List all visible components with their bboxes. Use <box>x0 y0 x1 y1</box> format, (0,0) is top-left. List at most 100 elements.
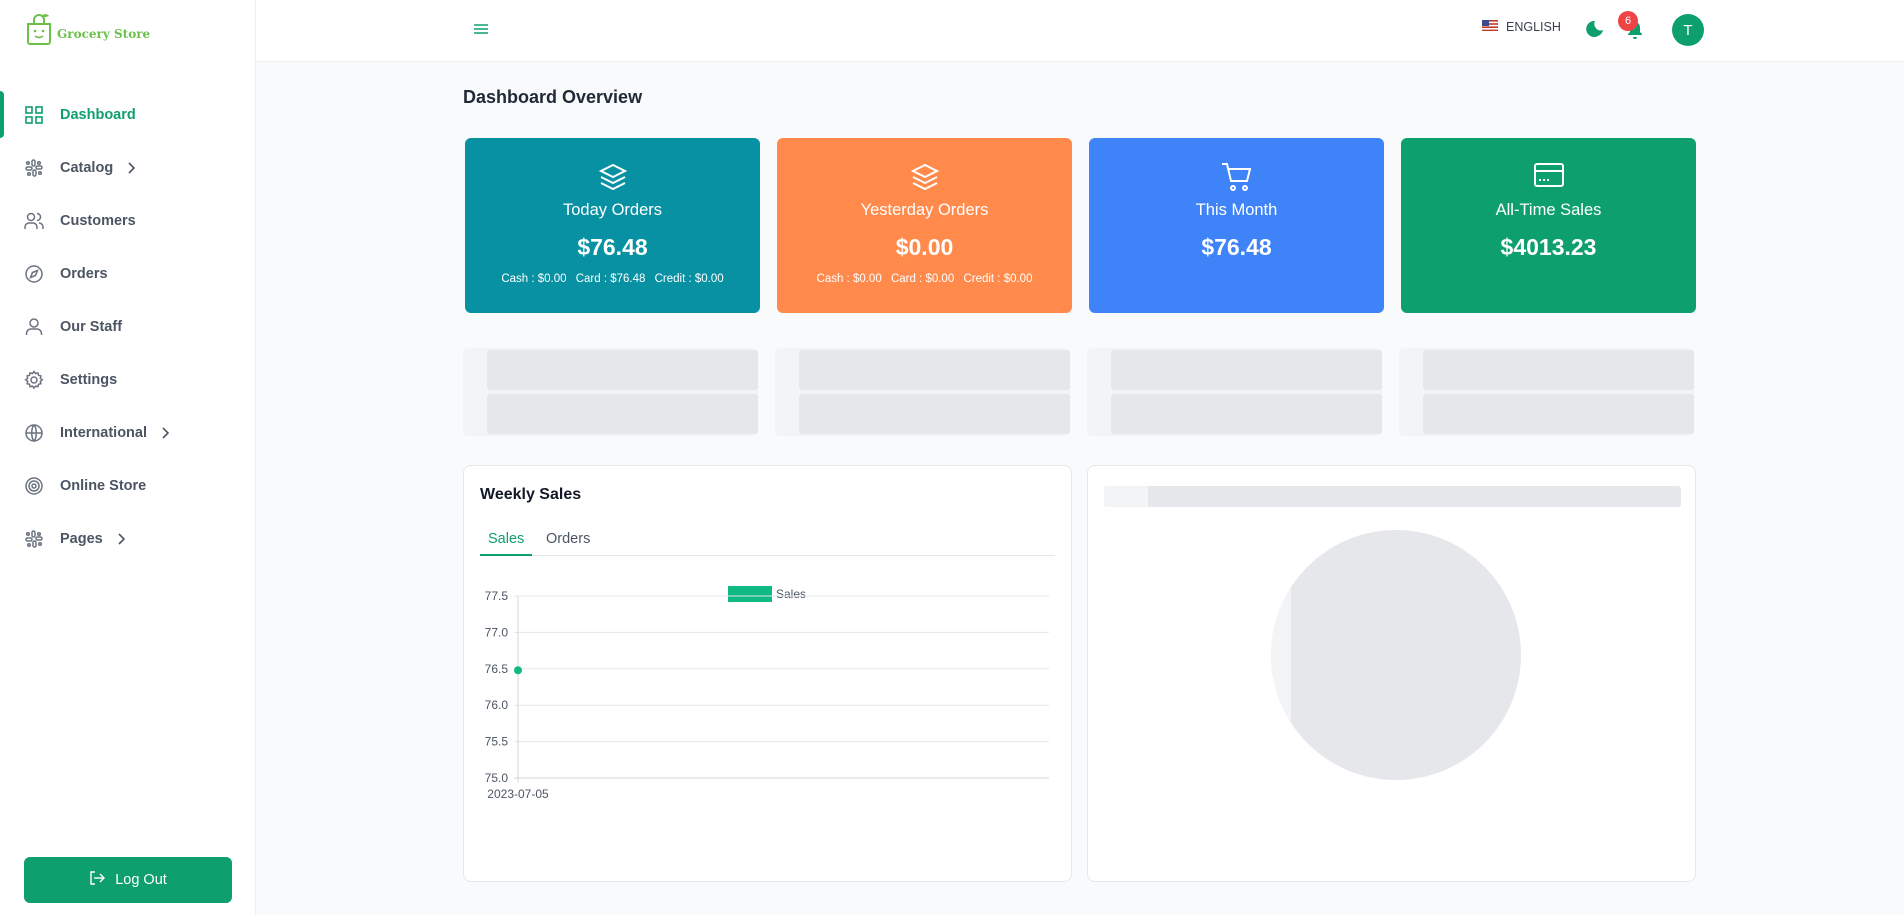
sidebar-item-label: International <box>60 424 148 441</box>
logout-button[interactable]: Log Out <box>24 857 232 903</box>
tab-orders[interactable]: Orders <box>538 526 598 556</box>
sidebar-item-catalog[interactable]: Catalog <box>0 141 256 194</box>
weekly-sales-tabs: Sales Orders <box>480 526 1055 556</box>
cash-amount: Cash : $0.00 <box>501 273 567 285</box>
loading-skeleton <box>463 348 758 436</box>
weekly-sales-panel: Weekly Sales Sales Orders Sales 77.5 77.0… <box>463 465 1072 882</box>
slack-icon <box>24 529 44 549</box>
card-amount: Card : $76.48 <box>575 273 646 285</box>
skeleton-title-bar <box>1104 486 1148 507</box>
page-title: Dashboard Overview <box>463 87 643 107</box>
target-icon <box>24 476 44 496</box>
card-amount: Card : $0.00 <box>890 273 955 285</box>
sidebar-item-label: Catalog <box>60 159 114 176</box>
slack-icon <box>24 158 44 178</box>
sidebar-item-label: Settings <box>60 371 118 388</box>
y-tick-label: 76.0 <box>485 698 509 712</box>
layers-icon <box>465 162 760 192</box>
dark-mode-toggle[interactable] <box>1586 20 1604 43</box>
y-tick-label: 77.5 <box>485 589 509 603</box>
sidebar-item-label: Our Staff <box>60 318 123 335</box>
users-icon <box>24 211 44 231</box>
sidebar-nav: Dashboard Catalog Customers Orders Our S… <box>0 88 256 565</box>
globe-icon <box>24 423 44 443</box>
best-selling-panel <box>1087 465 1696 882</box>
card-value: $4013.23 <box>1500 234 1597 260</box>
sidebar-item-label: Dashboard <box>60 106 136 123</box>
shopping-cart-icon <box>1089 162 1384 192</box>
x-tick-label: 2023-07-05 <box>487 787 549 801</box>
skeleton-bar <box>1111 350 1382 390</box>
loading-skeleton <box>1399 348 1694 436</box>
card-title: This Month <box>1195 201 1278 219</box>
panel-title: Weekly Sales <box>480 486 582 503</box>
y-tick-label: 75.0 <box>485 771 509 785</box>
all-time-sales-card: All-Time Sales $4013.23 <box>1401 138 1696 313</box>
sidebar-item-orders[interactable]: Orders <box>0 247 256 300</box>
card-breakdown: Cash : $0.00 Card : $76.48 Credit : $0.0… <box>465 273 760 285</box>
skeleton-bar <box>487 350 758 390</box>
chevron-right-icon <box>127 161 136 174</box>
language-label: ENGLISH <box>1506 20 1561 34</box>
card-breakdown: Cash : $0.00 Card : $0.00 Credit : $0.00 <box>777 273 1072 285</box>
hamburger-icon <box>474 24 488 34</box>
tab-sales[interactable]: Sales <box>480 526 533 556</box>
top-header: ENGLISH 6 T <box>256 0 1904 62</box>
notification-count-badge: 6 <box>1618 11 1638 31</box>
card-value: $76.48 <box>577 234 648 260</box>
sidebar-item-customers[interactable]: Customers <box>0 194 256 247</box>
sidebar-item-label: Customers <box>60 212 136 229</box>
sidebar-item-international[interactable]: International <box>0 406 256 459</box>
app-logo[interactable]: Grocery Store <box>24 12 150 46</box>
logout-label: Log Out <box>115 872 167 888</box>
sidebar-item-settings[interactable]: Settings <box>0 353 256 406</box>
us-flag-icon <box>1482 20 1498 34</box>
sidebar-item-our-staff[interactable]: Our Staff <box>0 300 256 353</box>
sidebar: Grocery Store Dashboard Catalog Customer… <box>0 0 256 915</box>
cash-amount: Cash : $0.00 <box>816 273 882 285</box>
card-value: $0.00 <box>895 234 954 260</box>
skeleton-bar <box>799 350 1070 390</box>
skeleton-bar <box>1111 394 1382 434</box>
skeleton-bar <box>1423 350 1694 390</box>
moon-icon <box>1586 20 1603 37</box>
data-point <box>514 666 522 675</box>
sidebar-item-label: Orders <box>60 265 108 282</box>
y-tick-label: 75.5 <box>485 735 509 749</box>
sidebar-item-pages[interactable]: Pages <box>0 512 256 565</box>
weekly-sales-chart: 77.5 77.0 76.5 76.0 75.5 75.0 2023-07-05 <box>485 589 1049 801</box>
skeleton-bar <box>1423 394 1694 434</box>
loading-skeleton <box>775 348 1070 436</box>
sidebar-item-label: Online Store <box>60 477 147 494</box>
credit-card-icon <box>1401 162 1696 188</box>
y-tick-label: 76.5 <box>485 662 509 676</box>
today-orders-card: Today Orders $76.48 Cash : $0.00 Card : … <box>465 138 760 313</box>
sidebar-item-label: Pages <box>60 530 103 547</box>
credit-amount: Credit : $0.00 <box>963 273 1033 285</box>
logo-text: Grocery Store <box>57 27 151 41</box>
skeleton-title-bar <box>1104 486 1681 507</box>
sidebar-item-dashboard[interactable]: Dashboard <box>0 88 256 141</box>
skeleton-pie-chart <box>1270 530 1521 780</box>
chevron-right-icon <box>161 426 170 439</box>
grid-icon <box>24 105 44 125</box>
language-selector[interactable]: ENGLISH <box>1482 20 1561 34</box>
logout-icon <box>89 871 106 889</box>
user-avatar[interactable]: T <box>1672 14 1704 46</box>
gear-icon <box>24 369 44 390</box>
layers-icon <box>777 162 1072 192</box>
yesterday-orders-card: Yesterday Orders $0.00 Cash : $0.00 Card… <box>777 138 1072 313</box>
card-title: Yesterday Orders <box>860 201 989 219</box>
loading-skeleton <box>1087 348 1382 436</box>
card-title: All-Time Sales <box>1495 201 1602 219</box>
credit-amount: Credit : $0.00 <box>654 273 724 285</box>
menu-toggle-button[interactable] <box>474 22 488 41</box>
card-title: Today Orders <box>562 201 663 219</box>
chevron-right-icon <box>117 532 125 545</box>
shopping-bag-logo-icon <box>27 14 51 45</box>
skeleton-bar <box>487 394 758 434</box>
sidebar-item-online-store[interactable]: Online Store <box>0 459 256 512</box>
skeleton-bar <box>799 394 1070 434</box>
user-icon <box>24 317 44 337</box>
y-tick-label: 77.0 <box>485 625 509 639</box>
